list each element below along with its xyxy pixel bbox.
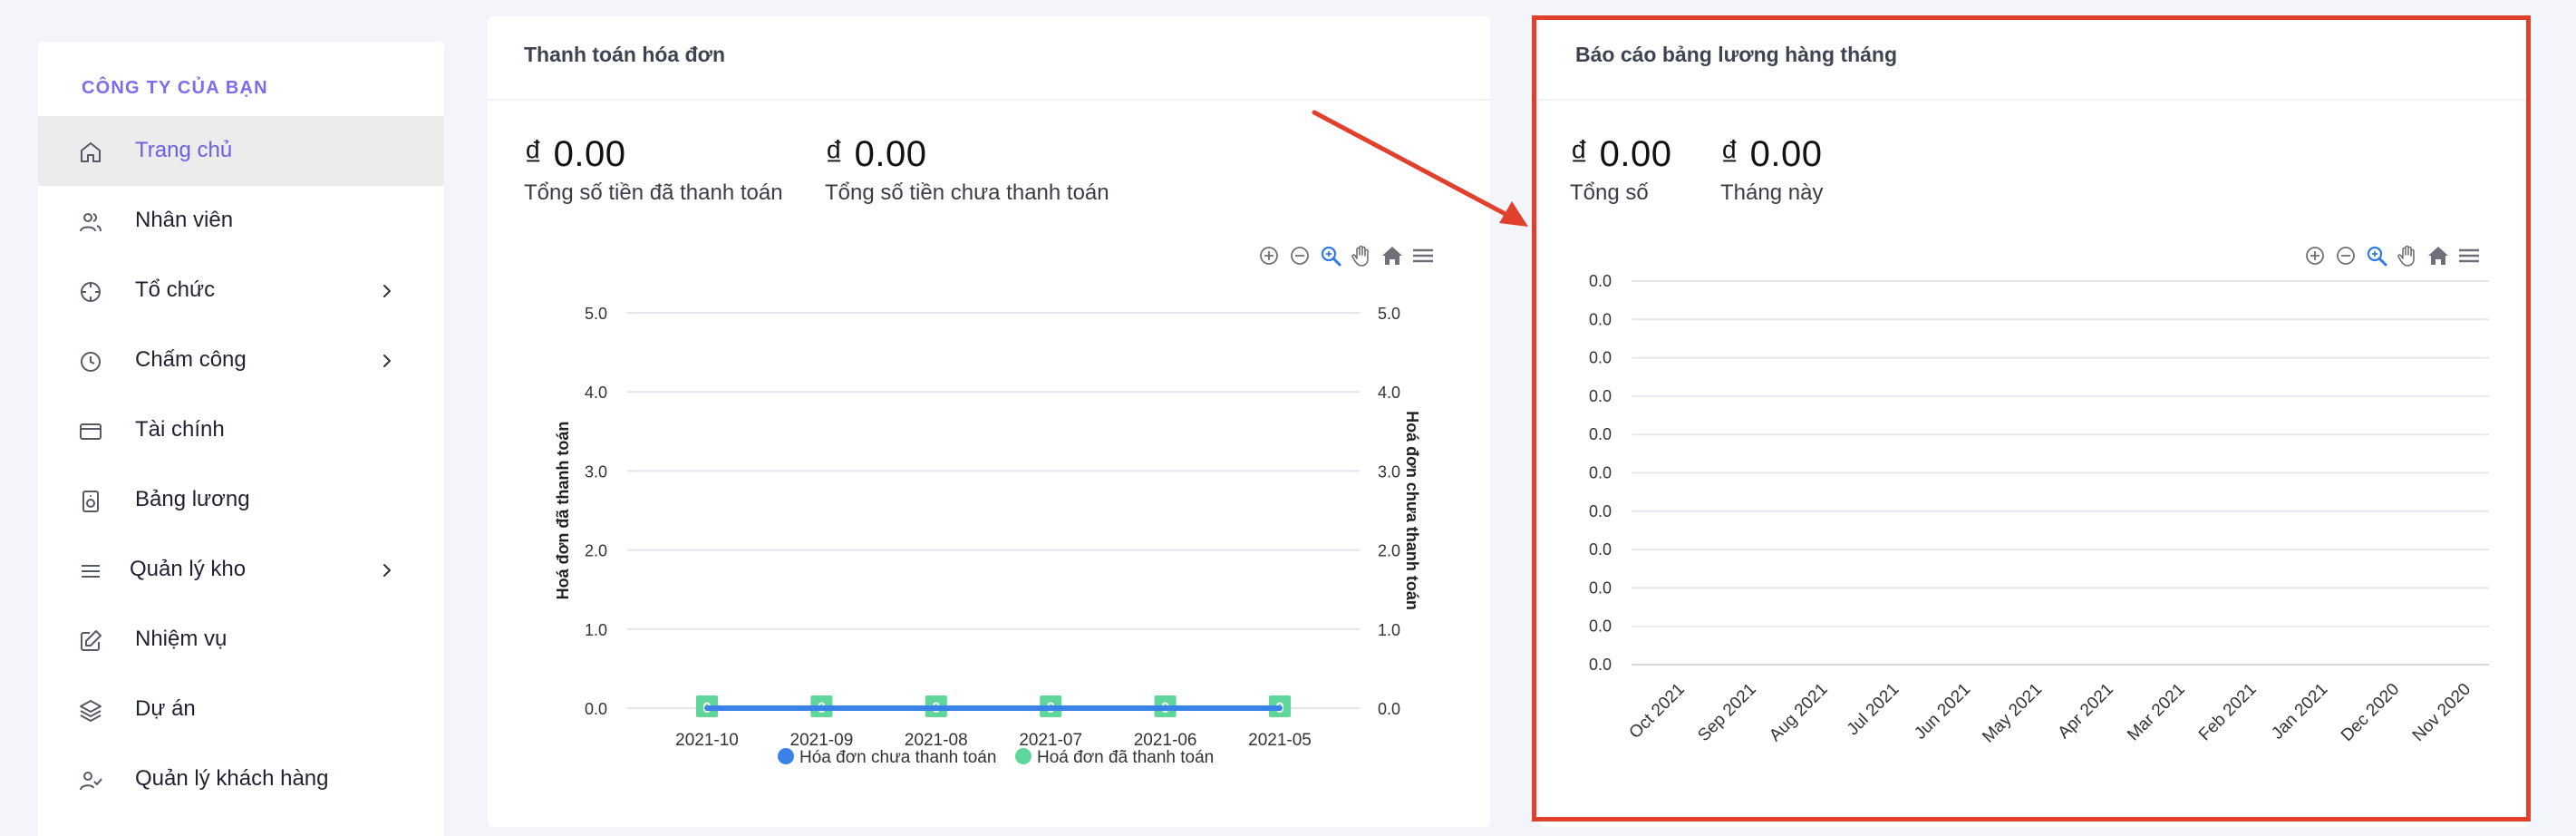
sidebar-item-6[interactable]: Bảng lương [38, 465, 444, 535]
y-tick-label: 4.0 [585, 384, 607, 402]
sidebar-item-2[interactable]: Nhân viên [38, 186, 444, 256]
x-tick-label: Jun 2021 [1911, 680, 1974, 744]
y-tick-label-right: 4.0 [1378, 384, 1400, 402]
data-point [933, 705, 939, 711]
y-tick-label: 0.0 [1589, 578, 1612, 597]
y-tick-label: 0.0 [1589, 540, 1612, 559]
sidebar-item-5[interactable]: Tài chính [38, 395, 444, 465]
layers-icon [78, 698, 103, 724]
sidebar-item-label: Nhân viên [135, 208, 234, 232]
x-tick-label: Mar 2021 [2124, 680, 2189, 745]
legend-label: Hóa đơn chưa thanh toán [799, 748, 996, 767]
legend-marker [1015, 748, 1031, 764]
x-tick-label: 2021-10 [675, 731, 739, 750]
legend-label: Hoá đơn đã thanh toán [1037, 748, 1214, 767]
x-tick-label: Dec 2020 [2338, 680, 2403, 745]
invoice-line-chart: 0.0 0.0 1.0 1.0 2.0 2.0 3.0 3.0 4.0 4.0 5.0 5.0 Hoá … [554, 305, 1421, 767]
sidebar-item-4[interactable]: Chấm công [38, 326, 444, 395]
sidebar: CÔNG TY CỦA BẠN Trang chủ Nhân viên Tổ chứ… [38, 42, 444, 836]
invoice-payment-card: Thanh toán hóa đơn ₫ 0.00 Tổng số tiền đ… [488, 16, 1490, 827]
sidebar-item-label: Quản lý kho [130, 557, 247, 581]
y-axis-title-left: Hoá đơn đã thanh toán [554, 422, 572, 600]
company-name: CÔNG TY CỦA BẠN [82, 78, 268, 98]
y-tick-label: 0.0 [1589, 656, 1612, 674]
data-point [1162, 705, 1168, 711]
sidebar-item-label: Tổ chức [135, 277, 216, 302]
payroll-report-card: Báo cáo bảng lương hàng tháng ₫ 0.00 Tổn… [1539, 16, 2529, 827]
x-tick-label: 2021-07 [1019, 731, 1082, 750]
sidebar-item-1[interactable]: Trang chủ [38, 116, 444, 186]
x-tick-label: Aug 2021 [1766, 680, 1831, 745]
sidebar-item-label: Chấm công [135, 347, 247, 372]
legend-marker [778, 748, 794, 764]
data-point [1277, 705, 1283, 711]
x-tick-label: May 2021 [1979, 680, 2046, 747]
user-check-icon [78, 768, 103, 793]
users-icon [78, 209, 103, 235]
y-tick-label: 3.0 [585, 462, 607, 481]
y-tick-label: 0.0 [1589, 617, 1612, 636]
speaker-icon [78, 489, 103, 514]
x-tick-label: 2021-05 [1248, 731, 1312, 750]
y-tick-label: 0.0 [1589, 349, 1612, 367]
x-tick-label: 2021-08 [905, 731, 968, 750]
data-point [704, 705, 710, 711]
sidebar-item-7[interactable]: Quản lý kho [38, 535, 444, 605]
y-tick-label-right: 3.0 [1378, 462, 1400, 481]
sidebar-item-9[interactable]: Dự án [38, 675, 444, 744]
crosshair-icon [78, 279, 103, 305]
y-tick-label: 0.0 [585, 700, 607, 718]
home-icon [78, 140, 103, 165]
sidebar-item-label: Trang chủ [135, 138, 233, 162]
x-tick-label: 2021-09 [790, 731, 854, 750]
chevron-right-icon [377, 560, 397, 580]
sidebar-item-8[interactable]: Nhiệm vụ [38, 605, 444, 675]
y-tick-label: 0.0 [1589, 502, 1612, 520]
y-tick-label: 1.0 [585, 621, 607, 639]
chevron-right-icon [377, 281, 397, 301]
y-tick-label: 0.0 [1589, 464, 1612, 482]
x-tick-label: Jul 2021 [1844, 680, 1903, 740]
y-tick-label: 2.0 [585, 542, 607, 560]
y-tick-label: 0.0 [1589, 387, 1612, 405]
x-tick-label: Oct 2021 [1626, 680, 1689, 743]
x-tick-label: Apr 2021 [2055, 680, 2117, 743]
chevron-right-icon [377, 351, 397, 371]
sidebar-item-10[interactable]: Quản lý khách hàng [38, 744, 444, 814]
x-tick-label: Jan 2021 [2268, 680, 2331, 744]
y-tick-label: 5.0 [585, 305, 607, 323]
x-tick-label: Sep 2021 [1694, 680, 1759, 745]
y-tick-label: 0.0 [1589, 272, 1612, 290]
sidebar-item-3[interactable]: Tổ chức [38, 256, 444, 326]
payroll-bar-chart: 0.0 0.0 0.0 0.0 0.0 0.0 0.0 0.0 0.0 0.0 0.0 Oct 202… [1589, 272, 2489, 747]
sidebar-item-label: Bảng lương [135, 487, 250, 511]
credit-card-icon [78, 419, 103, 444]
clock-icon [78, 349, 103, 374]
y-tick-label-right: 0.0 [1378, 700, 1400, 718]
x-tick-label: 2021-06 [1134, 731, 1197, 750]
y-tick-label-right: 5.0 [1378, 305, 1400, 323]
y-tick-label-right: 1.0 [1378, 621, 1400, 639]
y-tick-label: 0.0 [1589, 425, 1612, 443]
sidebar-item-label: Nhiệm vụ [135, 627, 228, 651]
y-axis-title-right: Hoá đơn chưa thanh toán [1403, 411, 1421, 610]
sidebar-nav: Trang chủ Nhân viên Tổ chức Chấm công Tài ch… [38, 116, 444, 814]
data-point [1048, 705, 1054, 711]
menu-icon [78, 559, 103, 584]
y-tick-label: 0.0 [1589, 310, 1612, 328]
x-tick-label: Nov 2020 [2409, 680, 2474, 745]
x-tick-label: Feb 2021 [2195, 680, 2261, 745]
sidebar-item-label: Quản lý khách hàng [135, 766, 329, 791]
edit-icon [78, 628, 103, 654]
y-tick-label-right: 2.0 [1378, 542, 1400, 560]
sidebar-item-label: Tài chính [135, 417, 225, 442]
data-point [818, 705, 825, 711]
sidebar-item-label: Dự án [135, 696, 196, 721]
